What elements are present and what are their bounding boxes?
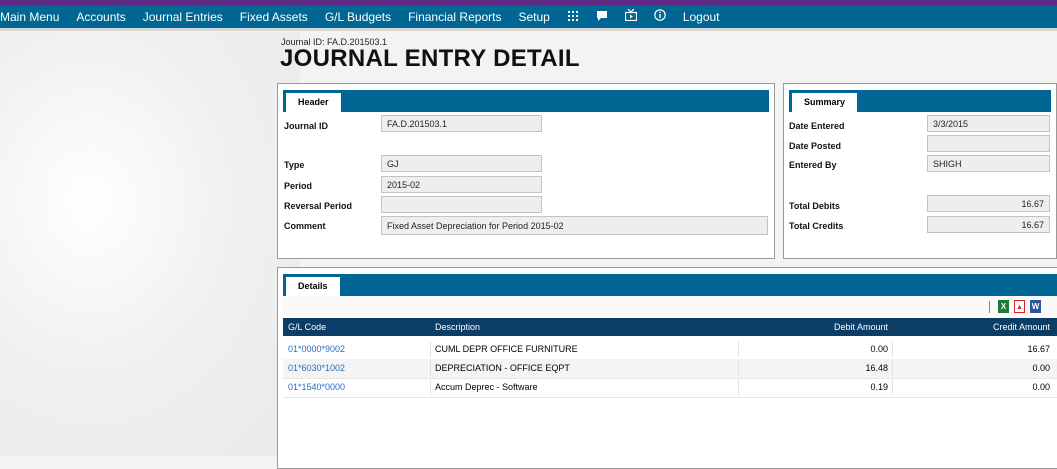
debit-cell: 16.48 [865,363,888,373]
page-background [0,32,300,456]
nav-logout[interactable]: Logout [683,10,720,24]
col-description[interactable]: Description [435,318,480,336]
pdf-icon[interactable]: ▲ [1014,300,1025,313]
debit-cell: 0.00 [870,344,888,354]
comment-label: Comment [284,221,326,231]
date-entered-field[interactable]: 3/3/2015 [927,115,1050,132]
period-field[interactable]: 2015-02 [381,176,542,193]
nav-financial-reports[interactable]: Financial Reports [408,10,501,24]
tab-summary[interactable]: Summary [792,93,858,112]
details-table-header: G/L Code Description Debit Amount Credit… [283,318,1057,336]
main-nav: Main Menu Accounts Journal Entries Fixed… [0,5,1057,28]
page-title: JOURNAL ENTRY DETAIL [280,45,580,72]
cell-divider [892,380,893,395]
tab-details[interactable]: Details [286,277,340,296]
grid-icon[interactable] [567,10,579,24]
reversal-period-label: Reversal Period [284,201,353,211]
type-label: Type [284,160,305,170]
total-credits-label: Total Credits [789,221,844,231]
comment-field[interactable]: Fixed Asset Depreciation for Period 2015… [381,216,768,235]
col-gl-code[interactable]: G/L Code [288,318,326,336]
nav-journal-entries[interactable]: Journal Entries [143,10,223,24]
export-toolbar: X ▲ W [283,296,1057,319]
credit-cell: 0.00 [1032,382,1050,392]
gl-code-link[interactable]: 01*1540*0000 [288,378,345,397]
type-field[interactable]: GJ [381,155,542,172]
col-credit-amount[interactable]: Credit Amount [993,318,1050,336]
date-posted-label: Date Posted [789,141,842,151]
chat-icon[interactable] [596,10,608,24]
date-entered-label: Date Entered [789,121,845,131]
cell-divider [738,342,739,357]
info-icon[interactable] [654,9,666,24]
summary-panel-bar: Summary [789,90,1051,112]
header-panel-bar: Header [283,90,769,112]
nav-setup[interactable]: Setup [518,10,549,24]
total-debits-label: Total Debits [789,201,840,211]
tab-header[interactable]: Header [286,93,341,112]
description-cell: Accum Deprec - Software [435,382,538,392]
entered-by-field[interactable]: SHIGH [927,155,1050,172]
cell-divider [738,380,739,395]
cell-divider [738,361,739,376]
period-label: Period [284,181,313,191]
reversal-period-field[interactable] [381,196,542,213]
word-icon[interactable]: W [1030,300,1041,313]
excel-icon[interactable]: X [998,300,1009,313]
credit-cell: 0.00 [1032,363,1050,373]
journal-id-label: Journal ID [284,121,329,131]
gl-code-link[interactable]: 01*0000*9002 [288,340,345,359]
description-cell: DEPRECIATION - OFFICE EQPT [435,363,570,373]
cell-divider [892,361,893,376]
table-row[interactable]: 01*0000*9002 CUML DEPR OFFICE FURNITURE … [283,340,1057,360]
nav-fixed-assets[interactable]: Fixed Assets [240,10,308,24]
debit-cell: 0.19 [870,382,888,392]
total-credits-field[interactable]: 16.67 [927,216,1050,233]
nav-accounts[interactable]: Accounts [76,10,125,24]
total-debits-field[interactable]: 16.67 [927,195,1050,212]
journal-id-field[interactable]: FA.D.201503.1 [381,115,542,132]
details-panel: Details X ▲ W G/L Code Description Debit… [277,267,1057,469]
date-posted-field[interactable] [927,135,1050,152]
col-debit-amount[interactable]: Debit Amount [834,318,888,336]
cell-divider [892,342,893,357]
summary-panel: Summary Date Entered 3/3/2015 Date Poste… [783,83,1057,259]
nav-divider [0,28,1057,31]
header-panel: Header Journal ID FA.D.201503.1 Type GJ … [277,83,775,259]
cell-divider [430,361,431,376]
details-panel-bar: Details [283,274,1057,296]
cell-divider [430,380,431,395]
gl-code-link[interactable]: 01*6030*1002 [288,359,345,378]
nav-gl-budgets[interactable]: G/L Budgets [325,10,391,24]
nav-main-menu[interactable]: Main Menu [0,10,59,24]
entered-by-label: Entered By [789,160,837,170]
table-row[interactable]: 01*1540*0000 Accum Deprec - Software 0.1… [283,378,1057,398]
table-row[interactable]: 01*6030*1002 DEPRECIATION - OFFICE EQPT … [283,359,1057,379]
tv-icon[interactable] [624,8,637,24]
credit-cell: 16.67 [1027,344,1050,354]
cell-divider [430,342,431,357]
toolbar-separator [989,301,990,313]
description-cell: CUML DEPR OFFICE FURNITURE [435,344,578,354]
